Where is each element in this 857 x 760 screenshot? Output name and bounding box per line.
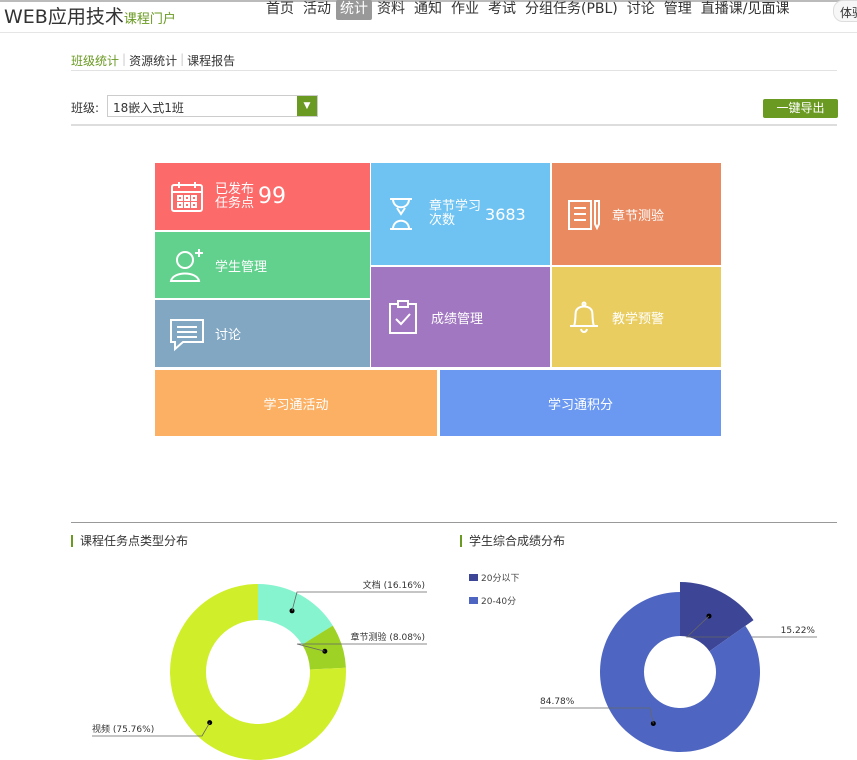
hourglass-icon: [390, 198, 412, 230]
nav-item[interactable]: 统计: [336, 0, 372, 20]
chat-icon: [170, 318, 204, 351]
nav-item[interactable]: 资料: [373, 0, 409, 20]
slice-label: 文档 (16.16%): [363, 579, 425, 591]
sub-nav: 班级统计 | 资源统计 | 课程报告: [71, 52, 238, 69]
nav-item[interactable]: 管理: [660, 0, 696, 20]
divider: [71, 124, 837, 126]
nav-item[interactable]: 分组任务(PBL): [521, 0, 622, 20]
main-nav: 首页 活动 统计 资料 通知 作业 考试 分组任务(PBL) 讨论 管理 直播课/见面课: [262, 0, 795, 20]
nav-item[interactable]: 活动: [299, 0, 335, 20]
slice-marker: [207, 720, 213, 726]
slice-label: 84.78%: [540, 697, 575, 707]
search-box[interactable]: 体验: [833, 0, 857, 22]
tile-label: 学习通活动: [263, 397, 329, 413]
tile-chapter-study[interactable]: 章节学习 次数 3683: [371, 163, 550, 265]
course-title: WEB应用技术: [4, 6, 124, 28]
class-label: 班级:: [71, 101, 100, 115]
tile-count: 99: [258, 184, 287, 209]
tile-discussion[interactable]: 讨论: [155, 300, 370, 367]
tile-chapter-quiz[interactable]: 章节测验: [552, 163, 721, 265]
tab-course-report[interactable]: 课程报告: [184, 52, 238, 69]
tile-label: 次数: [429, 213, 456, 228]
slice-label: 章节测验 (8.08%): [351, 631, 425, 643]
tile-label: 成绩管理: [431, 311, 484, 327]
tile-count: 3683: [485, 204, 526, 224]
add-user-icon: [169, 249, 203, 282]
tile-published-tasks[interactable]: 已发布 任务点 99: [155, 163, 370, 230]
tile-label: 学习通积分: [547, 397, 613, 413]
tile-label: 章节学习: [429, 199, 482, 214]
tab-resource-stats[interactable]: 资源统计: [126, 52, 180, 69]
divider: [71, 70, 837, 71]
tile-label: 学生管理: [215, 259, 268, 275]
nav-item[interactable]: 直播课/见面课: [697, 0, 794, 20]
course-logo[interactable]: WEB应用技术课程门户: [4, 2, 176, 29]
tile-xxt-points[interactable]: 学习通积分: [440, 370, 721, 436]
divider: [0, 32, 857, 33]
course-portal-label: 课程门户: [123, 12, 176, 27]
tile-label: 教学预警: [612, 311, 665, 327]
tile-label: 已发布: [215, 181, 255, 197]
tile-xxt-activity[interactable]: 学习通活动: [155, 370, 437, 436]
tab-class-stats[interactable]: 班级统计: [71, 52, 122, 69]
tile-student-management[interactable]: 学生管理: [155, 232, 370, 298]
class-select[interactable]: 18嵌入式1班 ▼: [107, 95, 318, 117]
divider: [71, 522, 837, 523]
document-pen-icon: [568, 200, 600, 231]
nav-item[interactable]: 考试: [484, 0, 520, 20]
tile-label: 讨论: [215, 328, 242, 343]
calendar-icon: [171, 181, 203, 212]
tile-teaching-warning[interactable]: 教学预警: [552, 267, 721, 367]
bell-icon: [570, 301, 598, 333]
tile-label: 章节测验: [612, 208, 665, 224]
nav-item[interactable]: 讨论: [623, 0, 659, 20]
chevron-down-icon[interactable]: ▼: [297, 96, 317, 116]
nav-item[interactable]: 作业: [447, 0, 483, 20]
donut-charts: 文档 (16.16%) 章节测验 (8.08%) 视频 (75.76%) 15.22%…: [92, 579, 817, 760]
tile-grade-management[interactable]: 成绩管理: [371, 267, 550, 367]
slice-label: 视频 (75.76%): [92, 723, 154, 735]
slice-label: 15.22%: [781, 626, 816, 636]
nav-item[interactable]: 首页: [262, 0, 298, 20]
clipboard-check-icon: [389, 300, 417, 334]
class-select-value: 18嵌入式1班: [113, 101, 184, 115]
nav-item[interactable]: 通知: [410, 0, 446, 20]
export-button[interactable]: 一键导出: [763, 99, 838, 118]
tile-label: 任务点: [215, 195, 255, 211]
